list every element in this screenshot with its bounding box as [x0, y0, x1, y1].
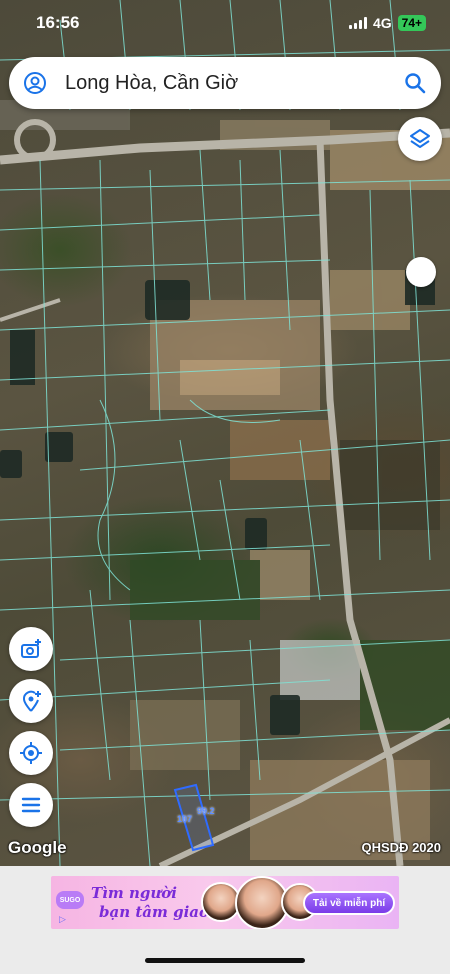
ad-choices-icon[interactable]: ▷: [59, 914, 66, 925]
map-scroll-handle[interactable]: [406, 257, 436, 287]
search-bar[interactable]: Long Hòa, Cần Giờ: [9, 57, 441, 109]
satellite-map[interactable]: 107 99.2 Google QHSDĐ 2020: [0, 0, 450, 866]
add-photo-button[interactable]: [9, 627, 53, 671]
my-location-button[interactable]: [9, 731, 53, 775]
ad-headline-1: Tìm người: [91, 884, 177, 902]
search-icon[interactable]: [403, 71, 427, 95]
ad-banner[interactable]: SUGO ▷ Tìm người bạn tâm giao Tải về miễ…: [51, 876, 399, 929]
status-indicators: 4G 74+: [348, 15, 426, 31]
network-type: 4G: [372, 15, 392, 31]
google-attribution: Google: [8, 838, 67, 857]
status-time: 16:56: [36, 13, 80, 32]
parcel-area-label: 107: [177, 814, 193, 824]
map-layer-label: QHSDĐ 2020: [361, 840, 441, 855]
account-circle-icon[interactable]: [23, 71, 47, 95]
my-location-icon: [20, 742, 42, 764]
ad-brand-logo: SUGO: [56, 891, 84, 909]
menu-icon: [21, 797, 41, 813]
search-query-text[interactable]: Long Hòa, Cần Giờ: [65, 72, 403, 95]
status-bar: 16:56 4G 74+: [0, 0, 450, 46]
parcel-area-label: 99.2: [197, 806, 215, 816]
home-indicator[interactable]: [145, 958, 305, 963]
menu-button[interactable]: [9, 783, 53, 827]
add-photo-icon: [21, 639, 41, 658]
add-place-button[interactable]: [9, 679, 53, 723]
bottom-area: SUGO ▷ Tìm người bạn tâm giao Tải về miễ…: [0, 866, 450, 974]
ad-headline-2: bạn tâm giao: [99, 903, 209, 921]
layers-button[interactable]: [398, 117, 442, 161]
parcel-overlay: [0, 0, 450, 866]
battery-indicator: 74+: [397, 15, 426, 31]
add-place-icon: [23, 690, 41, 712]
layers-icon: [410, 129, 430, 148]
ad-download-button[interactable]: Tải về miễn phí: [303, 891, 395, 915]
cell-signal-icon: [348, 17, 367, 29]
